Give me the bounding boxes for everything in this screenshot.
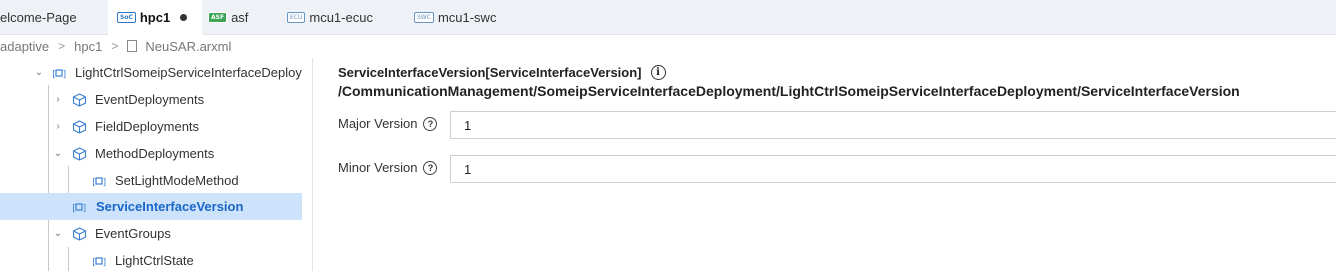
breadcrumb-item-file[interactable]: NeuSAR.arxml <box>145 39 231 54</box>
element-icon: [] <box>91 174 107 188</box>
asf-icon: ASF <box>208 12 228 23</box>
element-icon: [] <box>71 200 87 214</box>
field-label-text: Major Version <box>338 116 418 131</box>
minor-version-input[interactable]: 1 <box>450 155 1336 183</box>
tab-mcu1-swc[interactable]: SWC mcu1-swc <box>414 0 514 35</box>
details-title-row: ServiceInterfaceVersion[ServiceInterface… <box>338 65 666 80</box>
help-icon[interactable]: ? <box>423 160 438 175</box>
details-title: ServiceInterfaceVersion[ServiceInterface… <box>338 65 642 80</box>
details-path: /CommunicationManagement/SomeipServiceIn… <box>338 83 1240 99</box>
model-tree: ⌄ [] LightCtrlSomeipServiceInterfaceDepl… <box>0 58 313 271</box>
tree-item-service-interface-version[interactable]: [] ServiceInterfaceVersion <box>0 193 302 220</box>
svg-text:]: ] <box>102 258 107 267</box>
tab-mcu1-ecuc[interactable]: ECU mcu1-ecuc <box>287 0 407 35</box>
help-icon[interactable]: ? <box>423 116 438 131</box>
svg-text:]: ] <box>82 204 87 213</box>
field-value: 1 <box>464 161 472 177</box>
tree-item-label: EventDeployments <box>95 92 205 107</box>
chevron-down-icon[interactable]: ⌄ <box>52 148 64 160</box>
breadcrumb: adaptive > hpc1 > NeuSAR.arxml <box>0 36 231 56</box>
tree-item-label: EventGroups <box>95 226 171 241</box>
editor-tab-bar: elcome-Page SoC hpc1 ASF asf ECU mcu1-ec… <box>0 0 1336 35</box>
tree-item-label: LightCtrlState <box>115 253 194 268</box>
tree-item-lightctrl-deployment[interactable]: ⌄ [] LightCtrlSomeipServiceInterfaceDepl… <box>0 59 302 86</box>
tree-item-field-deployments[interactable]: › FieldDeployments <box>0 113 302 140</box>
breadcrumb-item-adaptive[interactable]: adaptive <box>0 39 49 54</box>
tree-item-event-deployments[interactable]: › EventDeployments <box>0 86 302 113</box>
chevron-down-icon[interactable]: ⌄ <box>52 228 64 240</box>
tab-label: mcu1-ecuc <box>309 10 373 25</box>
tab-label: asf <box>231 10 249 25</box>
tree-item-set-light-mode-method[interactable]: [] SetLightModeMethod <box>0 167 302 194</box>
cube-icon <box>71 92 87 107</box>
chevron-right-icon[interactable]: › <box>52 121 64 133</box>
element-icon: [] <box>51 66 67 80</box>
tree-item-label: LightCtrlSomeipServiceInterfaceDeploy <box>75 65 302 80</box>
tab-hpc1[interactable]: SoC hpc1 <box>108 0 202 35</box>
major-version-label: Major Version ? <box>338 116 438 131</box>
file-icon <box>127 40 138 52</box>
ecu-icon: ECU <box>287 12 306 23</box>
unsaved-dot-icon[interactable] <box>180 14 188 21</box>
tab-asf[interactable]: ASF asf <box>208 0 278 35</box>
breadcrumb-separator: > <box>111 39 119 53</box>
breadcrumb-item-hpc1[interactable]: hpc1 <box>74 39 102 54</box>
tree-item-light-ctrl-state[interactable]: [] LightCtrlState <box>0 247 302 271</box>
minor-version-label: Minor Version ? <box>338 160 438 175</box>
tab-label: elcome-Page <box>0 10 77 25</box>
soc-icon: SoC <box>117 12 136 23</box>
tab-label: mcu1-swc <box>437 10 497 25</box>
cube-icon <box>71 146 87 161</box>
cube-icon <box>71 226 87 241</box>
field-label-text: Minor Version <box>338 160 418 175</box>
tab-welcome-page[interactable]: elcome-Page <box>0 0 108 35</box>
tree-item-method-deployments[interactable]: ⌄ MethodDeployments <box>0 140 302 167</box>
tree-item-label: FieldDeployments <box>95 119 200 134</box>
tree-item-event-groups[interactable]: ⌄ EventGroups <box>0 220 302 247</box>
tree-item-label: ServiceInterfaceVersion <box>96 199 244 214</box>
svg-text:]: ] <box>62 70 67 79</box>
info-icon[interactable]: i <box>650 65 666 80</box>
cube-icon <box>71 119 87 134</box>
element-icon: [] <box>91 254 107 268</box>
major-version-input[interactable]: 1 <box>450 111 1336 139</box>
breadcrumb-separator: > <box>58 39 66 53</box>
chevron-right-icon[interactable]: › <box>52 94 64 106</box>
chevron-down-icon[interactable]: ⌄ <box>33 67 45 79</box>
field-value: 1 <box>464 117 472 133</box>
tab-label: hpc1 <box>139 10 171 25</box>
svg-text:]: ] <box>102 178 107 187</box>
tree-item-label: SetLightModeMethod <box>115 173 239 188</box>
tree-item-label: MethodDeployments <box>95 146 215 161</box>
swc-icon: SWC <box>414 12 434 23</box>
